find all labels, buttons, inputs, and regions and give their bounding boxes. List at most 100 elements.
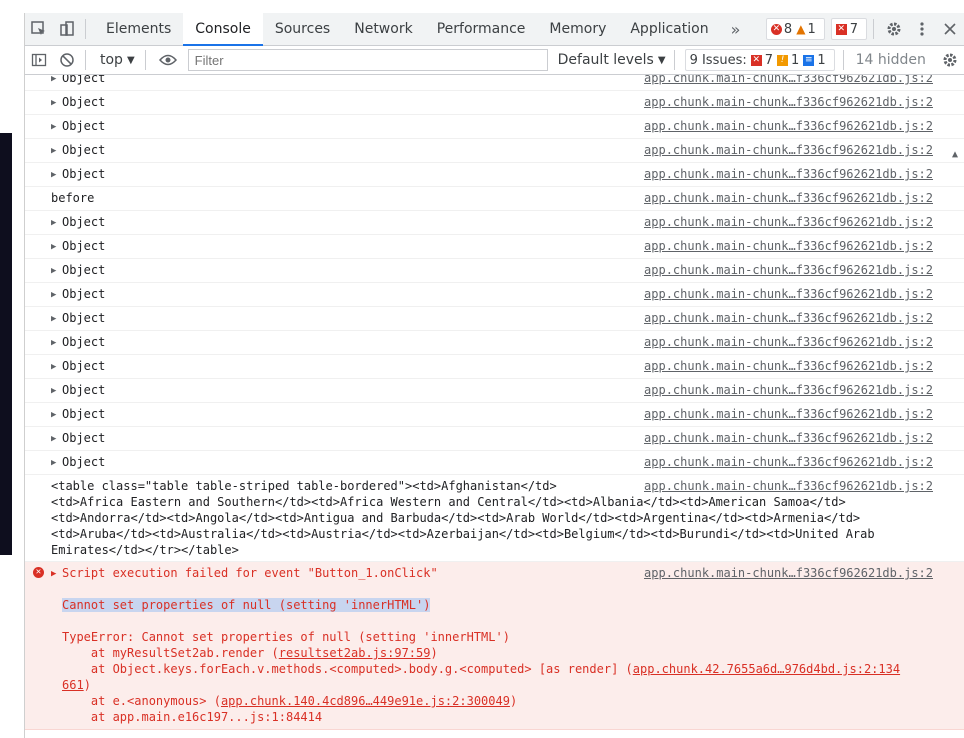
message-source-link[interactable]: app.chunk.main-chunk…f336cf962621db.js:2	[644, 358, 933, 374]
stack-frame-2-link[interactable]: app.chunk.42.7655a6d…976d4bd.js:2:134	[633, 662, 900, 676]
log-row[interactable]: ▶ Object app.chunk.main-chunk…f336cf962621…	[25, 331, 964, 355]
log-row[interactable]: ▶ Object app.chunk.main-chunk…f336cf962621…	[25, 115, 964, 139]
log-row[interactable]: ▶ Object app.chunk.main-chunk…f336cf962621…	[25, 211, 964, 235]
log-row[interactable]: ▶ Object app.chunk.main-chunk…f336cf962621…	[25, 163, 964, 187]
issues-button[interactable]: 9 Issues: ✕ 7 ! 1 ≡ 1	[684, 49, 835, 71]
log-row[interactable]: ▶ Object app.chunk.main-chunk…f336cf962621…	[25, 235, 964, 259]
scrollbar-up-arrow-icon[interactable]: ▲	[952, 149, 958, 160]
message-source-link[interactable]: app.chunk.main-chunk…f336cf962621db.js:2	[644, 286, 933, 302]
log-row[interactable]: before app.chunk.main-chunk…f336cf962621d…	[25, 187, 964, 211]
log-row[interactable]: ▶ Object app.chunk.main-chunk…f336cf962621…	[25, 355, 964, 379]
tab-performance[interactable]: Performance	[425, 13, 538, 45]
stack-frame-2-link-cont[interactable]: 661	[62, 678, 84, 692]
inspect-element-icon[interactable]	[25, 15, 53, 43]
expand-triangle-icon[interactable]: ▶	[51, 239, 56, 255]
log-row[interactable]: ▶ Object app.chunk.main-chunk…f336cf962621…	[25, 91, 964, 115]
hidden-messages-count[interactable]: 14 hidden	[856, 52, 926, 68]
issue-error-icon: ✕	[835, 23, 847, 35]
message-source-link[interactable]: app.chunk.main-chunk…f336cf962621db.js:2	[644, 94, 933, 110]
message-source-link[interactable]: app.chunk.main-chunk…f336cf962621db.js:2	[644, 142, 933, 158]
log-row[interactable]: ▶ Object app.chunk.main-chunk…f336cf962621…	[25, 379, 964, 403]
warning-icon: ▲	[796, 22, 806, 36]
expand-triangle-icon[interactable]: ▶	[51, 566, 56, 582]
close-icon[interactable]	[936, 15, 964, 43]
expand-triangle-icon[interactable]: ▶	[51, 75, 56, 87]
message-source-link[interactable]: app.chunk.main-chunk…f336cf962621db.js:2	[644, 166, 933, 182]
show-sidebar-icon[interactable]	[25, 46, 53, 74]
log-row[interactable]: ▶ Object app.chunk.main-chunk…f336cf962621…	[25, 139, 964, 163]
message-source-link[interactable]: app.chunk.main-chunk…f336cf962621db.js:2	[644, 75, 933, 86]
table-html-message[interactable]: <table class="table table-striped table-…	[25, 475, 964, 562]
message-source-link[interactable]: app.chunk.main-chunk…f336cf962621db.js:2	[644, 382, 933, 398]
expand-triangle-icon[interactable]: ▶	[51, 263, 56, 279]
more-tabs-chevron-icon[interactable]: »	[721, 20, 751, 39]
expand-triangle-icon[interactable]: ▶	[51, 455, 56, 471]
error-warning-counter[interactable]: ✕ 8 ▲ 1	[765, 18, 825, 40]
log-row[interactable]: ▶ Object app.chunk.main-chunk…f336cf962621…	[25, 307, 964, 331]
device-toolbar-icon[interactable]	[53, 15, 81, 43]
message-source-link[interactable]: app.chunk.main-chunk…f336cf962621db.js:2	[644, 118, 933, 134]
expand-triangle-icon[interactable]: ▶	[51, 359, 56, 375]
error-source-link[interactable]: app.chunk.main-chunk…f336cf962621db.js:2	[644, 565, 933, 581]
log-row[interactable]: ▶ Object app.chunk.main-chunk…f336cf962621…	[25, 283, 964, 307]
clear-console-icon[interactable]	[53, 46, 81, 74]
log-text: Object	[62, 431, 106, 445]
stack-frame-2: at Object.keys.forEach.v.methods.<comput…	[62, 662, 901, 692]
tab-network[interactable]: Network	[342, 13, 424, 45]
log-text: Object	[62, 95, 106, 109]
issues-count: 7	[849, 21, 858, 37]
stack-frame-2-text: at Object.keys.forEach.v.methods.<comput…	[62, 662, 633, 676]
expand-triangle-icon[interactable]: ▶	[51, 215, 56, 231]
settings-gear-icon[interactable]	[880, 15, 908, 43]
expand-triangle-icon[interactable]: ▶	[51, 287, 56, 303]
log-levels-dropdown[interactable]: Default levels ▼	[558, 52, 666, 68]
expand-triangle-icon[interactable]: ▶	[51, 311, 56, 327]
error-message[interactable]: ✕ ▶ Script execution failed for event "B…	[25, 562, 964, 730]
console-settings-gear-icon[interactable]	[936, 46, 964, 74]
expand-triangle-icon[interactable]: ▶	[51, 335, 56, 351]
log-row[interactable]: ▶ Object app.chunk.main-chunk…f336cf962621…	[25, 75, 964, 91]
message-source-link[interactable]: app.chunk.main-chunk…f336cf962621db.js:2	[644, 406, 933, 422]
log-row[interactable]: ▶ Object app.chunk.main-chunk…f336cf962621…	[25, 259, 964, 283]
console-messages: ▶ Object app.chunk.main-chunk…f336cf962621…	[25, 75, 964, 738]
live-expression-eye-icon[interactable]	[154, 46, 182, 74]
context-selector[interactable]: top ▼	[94, 52, 141, 68]
expand-triangle-icon[interactable]: ▶	[51, 167, 56, 183]
filter-input[interactable]	[187, 49, 548, 71]
tab-console[interactable]: Console	[183, 13, 263, 46]
expand-triangle-icon[interactable]: ▶	[51, 95, 56, 111]
message-source-link[interactable]: app.chunk.main-chunk…f336cf962621db.js:2	[644, 478, 933, 494]
context-value: top	[100, 52, 123, 68]
message-source-link[interactable]: app.chunk.main-chunk…f336cf962621db.js:2	[644, 190, 933, 206]
message-source-link[interactable]: app.chunk.main-chunk…f336cf962621db.js:2	[644, 214, 933, 230]
message-source-link[interactable]: app.chunk.main-chunk…f336cf962621db.js:2	[644, 430, 933, 446]
console-toolbar: top▼ Default levels▼ 9 Issues: ✕7 !1 ≡1 …	[25, 46, 964, 75]
expand-triangle-icon[interactable]: ▶	[51, 143, 56, 159]
message-source-link[interactable]: app.chunk.main-chunk…f336cf962621db.js:2	[644, 454, 933, 470]
stack-frame-1-link[interactable]: resultset2ab.js:97:59	[279, 646, 431, 660]
message-source-link[interactable]: app.chunk.main-chunk…f336cf962621db.js:2	[644, 238, 933, 254]
expand-triangle-icon[interactable]: ▶	[51, 119, 56, 135]
tab-application[interactable]: Application	[618, 13, 720, 45]
issues-warning-icon: !	[777, 54, 789, 66]
issues-counter[interactable]: ✕ 7	[830, 18, 867, 40]
tab-elements[interactable]: Elements	[94, 13, 183, 45]
log-text: Object	[62, 383, 106, 397]
expand-triangle-icon[interactable]: ▶	[51, 383, 56, 399]
log-row[interactable]: ▶ Object app.chunk.main-chunk…f336cf962621…	[25, 403, 964, 427]
tab-memory[interactable]: Memory	[537, 13, 618, 45]
log-levels-label: Default levels	[557, 52, 654, 68]
message-source-link[interactable]: app.chunk.main-chunk…f336cf962621db.js:2	[644, 310, 933, 326]
error-count: 8	[783, 21, 793, 37]
toolbar-separator	[85, 50, 86, 70]
stack-frame-3-text: at e.<anonymous> (	[62, 694, 221, 708]
message-source-link[interactable]: app.chunk.main-chunk…f336cf962621db.js:2	[644, 334, 933, 350]
stack-frame-3-link[interactable]: app.chunk.140.4cd896…449e91e.js:2:300049	[221, 694, 510, 708]
more-options-kebab-icon[interactable]	[908, 15, 936, 43]
message-source-link[interactable]: app.chunk.main-chunk…f336cf962621db.js:2	[644, 262, 933, 278]
log-row[interactable]: ▶ Object app.chunk.main-chunk…f336cf962621…	[25, 427, 964, 451]
expand-triangle-icon[interactable]: ▶	[51, 407, 56, 423]
expand-triangle-icon[interactable]: ▶	[51, 431, 56, 447]
tab-sources[interactable]: Sources	[263, 13, 342, 45]
log-row[interactable]: ▶ Object app.chunk.main-chunk…f336cf962621…	[25, 451, 964, 475]
